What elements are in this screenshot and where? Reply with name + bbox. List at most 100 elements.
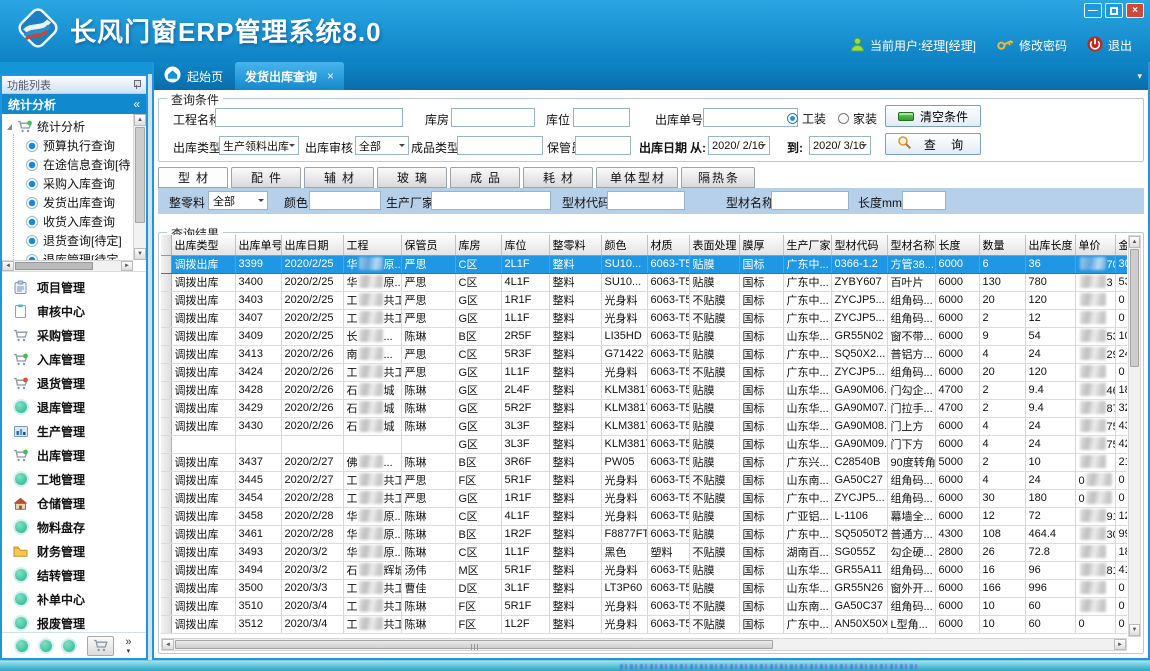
tree-item[interactable]: 收货入库查询 xyxy=(7,212,131,231)
column-header[interactable]: 生产厂家 xyxy=(783,235,831,255)
row-selector[interactable] xyxy=(161,525,171,543)
pin-icon[interactable] xyxy=(132,80,141,89)
outbound-audit-select[interactable]: 全部 xyxy=(355,136,409,155)
clear-conditions-button[interactable]: 清空条件 xyxy=(885,105,981,127)
sidebar-menu-item[interactable]: 报废管理 xyxy=(2,611,146,632)
table-row[interactable]: 调拨出库34132020/2/26南...严思C区5R3F整料G71422606… xyxy=(161,345,1127,363)
close-button[interactable]: × xyxy=(1126,3,1144,18)
material-tab[interactable]: 成品 xyxy=(450,167,520,188)
table-row[interactable]: 调拨出库34242020/2/26工共工程严思G区1L1F整料光身料6063-T… xyxy=(161,363,1127,381)
tab-home[interactable]: 起始页 xyxy=(154,62,233,90)
scrollbar-thumb[interactable] xyxy=(15,262,93,270)
tree-item[interactable]: 在途信息查询[待 xyxy=(7,155,131,174)
scroll-right-icon[interactable]: ► xyxy=(121,261,133,271)
material-tab[interactable]: 单体型材 xyxy=(596,167,678,188)
scroll-left-icon[interactable]: ◄ xyxy=(162,639,174,650)
material-tab[interactable]: 辅材 xyxy=(304,167,374,188)
minimize-button[interactable]: — xyxy=(1084,3,1102,18)
column-header[interactable]: 材质 xyxy=(647,235,689,255)
column-header[interactable]: 库房 xyxy=(455,235,501,255)
table-row[interactable]: 调拨出库35102020/3/4工共工程陈琳F区5R1F整料光身料6063-T5… xyxy=(161,597,1127,615)
sidebar-menu-item[interactable]: 补单中心 xyxy=(2,587,146,611)
tab-shipping-outbound-query[interactable]: 发货出库查询 × xyxy=(235,62,344,90)
collapse-icon[interactable]: « xyxy=(133,97,140,111)
logout-link[interactable]: 退出 xyxy=(1108,37,1132,54)
column-header[interactable]: 出库日期 xyxy=(281,235,343,255)
row-selector[interactable] xyxy=(161,597,171,615)
tree-root[interactable]: 统计分析 xyxy=(7,117,131,136)
radio-jiazhuang[interactable]: 家装 xyxy=(838,110,877,127)
whole-part-select[interactable]: 全部 xyxy=(208,191,268,210)
sidebar-menu-item[interactable]: 工地管理 xyxy=(2,467,146,491)
column-header[interactable]: 金 xyxy=(1115,235,1127,255)
row-selector[interactable] xyxy=(161,399,171,417)
radio-gongzhuang[interactable]: 工装 xyxy=(787,110,826,127)
scroll-left-icon[interactable]: ◄ xyxy=(2,261,14,271)
change-password-link[interactable]: 修改密码 xyxy=(1019,37,1067,54)
row-selector[interactable] xyxy=(161,291,171,309)
sidebar-menu-item[interactable]: 财务管理 xyxy=(2,539,146,563)
expander-icon[interactable] xyxy=(7,124,12,130)
sidebar-menu-item[interactable]: 退库管理 xyxy=(2,395,146,419)
column-header[interactable]: 颜色 xyxy=(601,235,647,255)
table-row[interactable]: 调拨出库35122020/3/4工共工程陈琳F区1L2F整料光身料6063-T5… xyxy=(161,615,1127,633)
table-row[interactable]: 调拨出库34372020/2/27佛...陈琳B区3R6F整料PW056063-… xyxy=(161,453,1127,471)
sidebar-section-header[interactable]: 统计分析 « xyxy=(2,94,146,114)
table-row[interactable]: 调拨出库34542020/2/28工共工程严思G区1R1F整料光身料6063-T… xyxy=(161,489,1127,507)
row-selector[interactable] xyxy=(161,327,171,345)
column-header[interactable]: 库位 xyxy=(501,235,549,255)
tree-vertical-scrollbar[interactable]: ▲ ▼ xyxy=(133,114,146,260)
table-row[interactable]: 调拨出库34002020/2/25华原...严思C区4L1F整料SU10...6… xyxy=(161,273,1127,291)
table-row[interactable]: 调拨出库34932020/3/2华原...陈琳C区1L1F整料黑色塑料不贴膜国标… xyxy=(161,543,1127,561)
cart-button[interactable] xyxy=(87,636,114,656)
row-selector[interactable] xyxy=(161,273,171,291)
sidebar-menu-item[interactable]: 项目管理 xyxy=(2,275,146,299)
length-input[interactable] xyxy=(902,191,946,210)
project-name-input[interactable] xyxy=(215,108,403,127)
date-to-select[interactable]: 2020/ 3/16 xyxy=(809,136,871,155)
date-from-select[interactable]: 2020/ 2/16 xyxy=(708,136,770,155)
color-input[interactable] xyxy=(309,191,381,210)
location-input[interactable] xyxy=(573,108,630,127)
grid-vertical-scrollbar[interactable]: ▲ ▼ xyxy=(1128,235,1141,637)
table-row[interactable]: 调拨出库34292020/2/26石城陈琳G区5R2F整料KLM38176063… xyxy=(161,399,1127,417)
keeper-input[interactable] xyxy=(575,136,631,155)
tree-item[interactable]: 退货查询[待定] xyxy=(7,231,131,250)
profile-name-input[interactable] xyxy=(771,191,849,210)
tree-item[interactable]: 发货出库查询 xyxy=(7,193,131,212)
row-selector[interactable] xyxy=(161,417,171,435)
material-tab[interactable]: 型材 xyxy=(158,167,228,188)
row-selector[interactable] xyxy=(161,507,171,525)
tab-list-dropdown-icon[interactable]: ▾ xyxy=(1137,71,1142,82)
tree-horizontal-scrollbar[interactable]: ◄ ► xyxy=(2,260,133,271)
warehouse-input[interactable] xyxy=(451,108,535,127)
table-row[interactable]: 调拨出库34032020/2/25工共工程严思G区1R1F整料光身料6063-T… xyxy=(161,291,1127,309)
circle-icon[interactable] xyxy=(40,640,52,652)
scrollbar-thumb[interactable] xyxy=(175,640,773,649)
sidebar-menu-item[interactable]: 物料盘存 xyxy=(2,515,146,539)
column-header[interactable]: 单价 xyxy=(1075,235,1115,255)
table-row[interactable]: 调拨出库34582020/2/28华原...陈琳C区4L1F整料光身料6063-… xyxy=(161,507,1127,525)
sidebar-menu-item[interactable]: 退货管理 xyxy=(2,371,146,395)
column-header[interactable]: 整零料 xyxy=(549,235,601,255)
table-row[interactable]: 调拨出库34942020/3/2石辉城汤伟M区5R1F整料光身料6063-T5贴… xyxy=(161,561,1127,579)
table-row[interactable]: 调拨出库35002020/3/3工共工程曹佳D区3L1F整料LT3P606063… xyxy=(161,579,1127,597)
table-row[interactable]: 调拨出库34452020/2/27工共工程严思F区5R1F整料光身料6063-T… xyxy=(161,471,1127,489)
order-no-input[interactable] xyxy=(703,108,798,127)
scroll-down-icon[interactable]: ▼ xyxy=(1129,624,1140,636)
sidebar-menu-item[interactable]: 采购管理 xyxy=(2,323,146,347)
table-row[interactable]: 调拨出库34282020/2/26石城陈琳G区2L4F整料KLM38176063… xyxy=(161,381,1127,399)
row-selector[interactable] xyxy=(161,381,171,399)
table-row[interactable]: 调拨出库34072020/2/25工共工程严思G区1L1F整料光身料6063-T… xyxy=(161,309,1127,327)
table-row[interactable]: 调拨出库34092020/2/25长...陈琳B区2R5F整料LI35HD606… xyxy=(161,327,1127,345)
row-selector[interactable] xyxy=(161,255,171,273)
column-header[interactable]: 工程 xyxy=(343,235,401,255)
column-header[interactable]: 保管员 xyxy=(401,235,455,255)
search-button[interactable]: 查 询 xyxy=(885,133,981,155)
column-header[interactable]: 表面处理 xyxy=(689,235,739,255)
product-type-input[interactable] xyxy=(457,136,543,155)
material-tab[interactable]: 隔热条 xyxy=(681,167,755,188)
sidebar-menu-item[interactable]: 仓储管理 xyxy=(2,491,146,515)
column-header[interactable]: 出库长度 xyxy=(1025,235,1075,255)
column-header[interactable]: 出库单号 xyxy=(235,235,281,255)
